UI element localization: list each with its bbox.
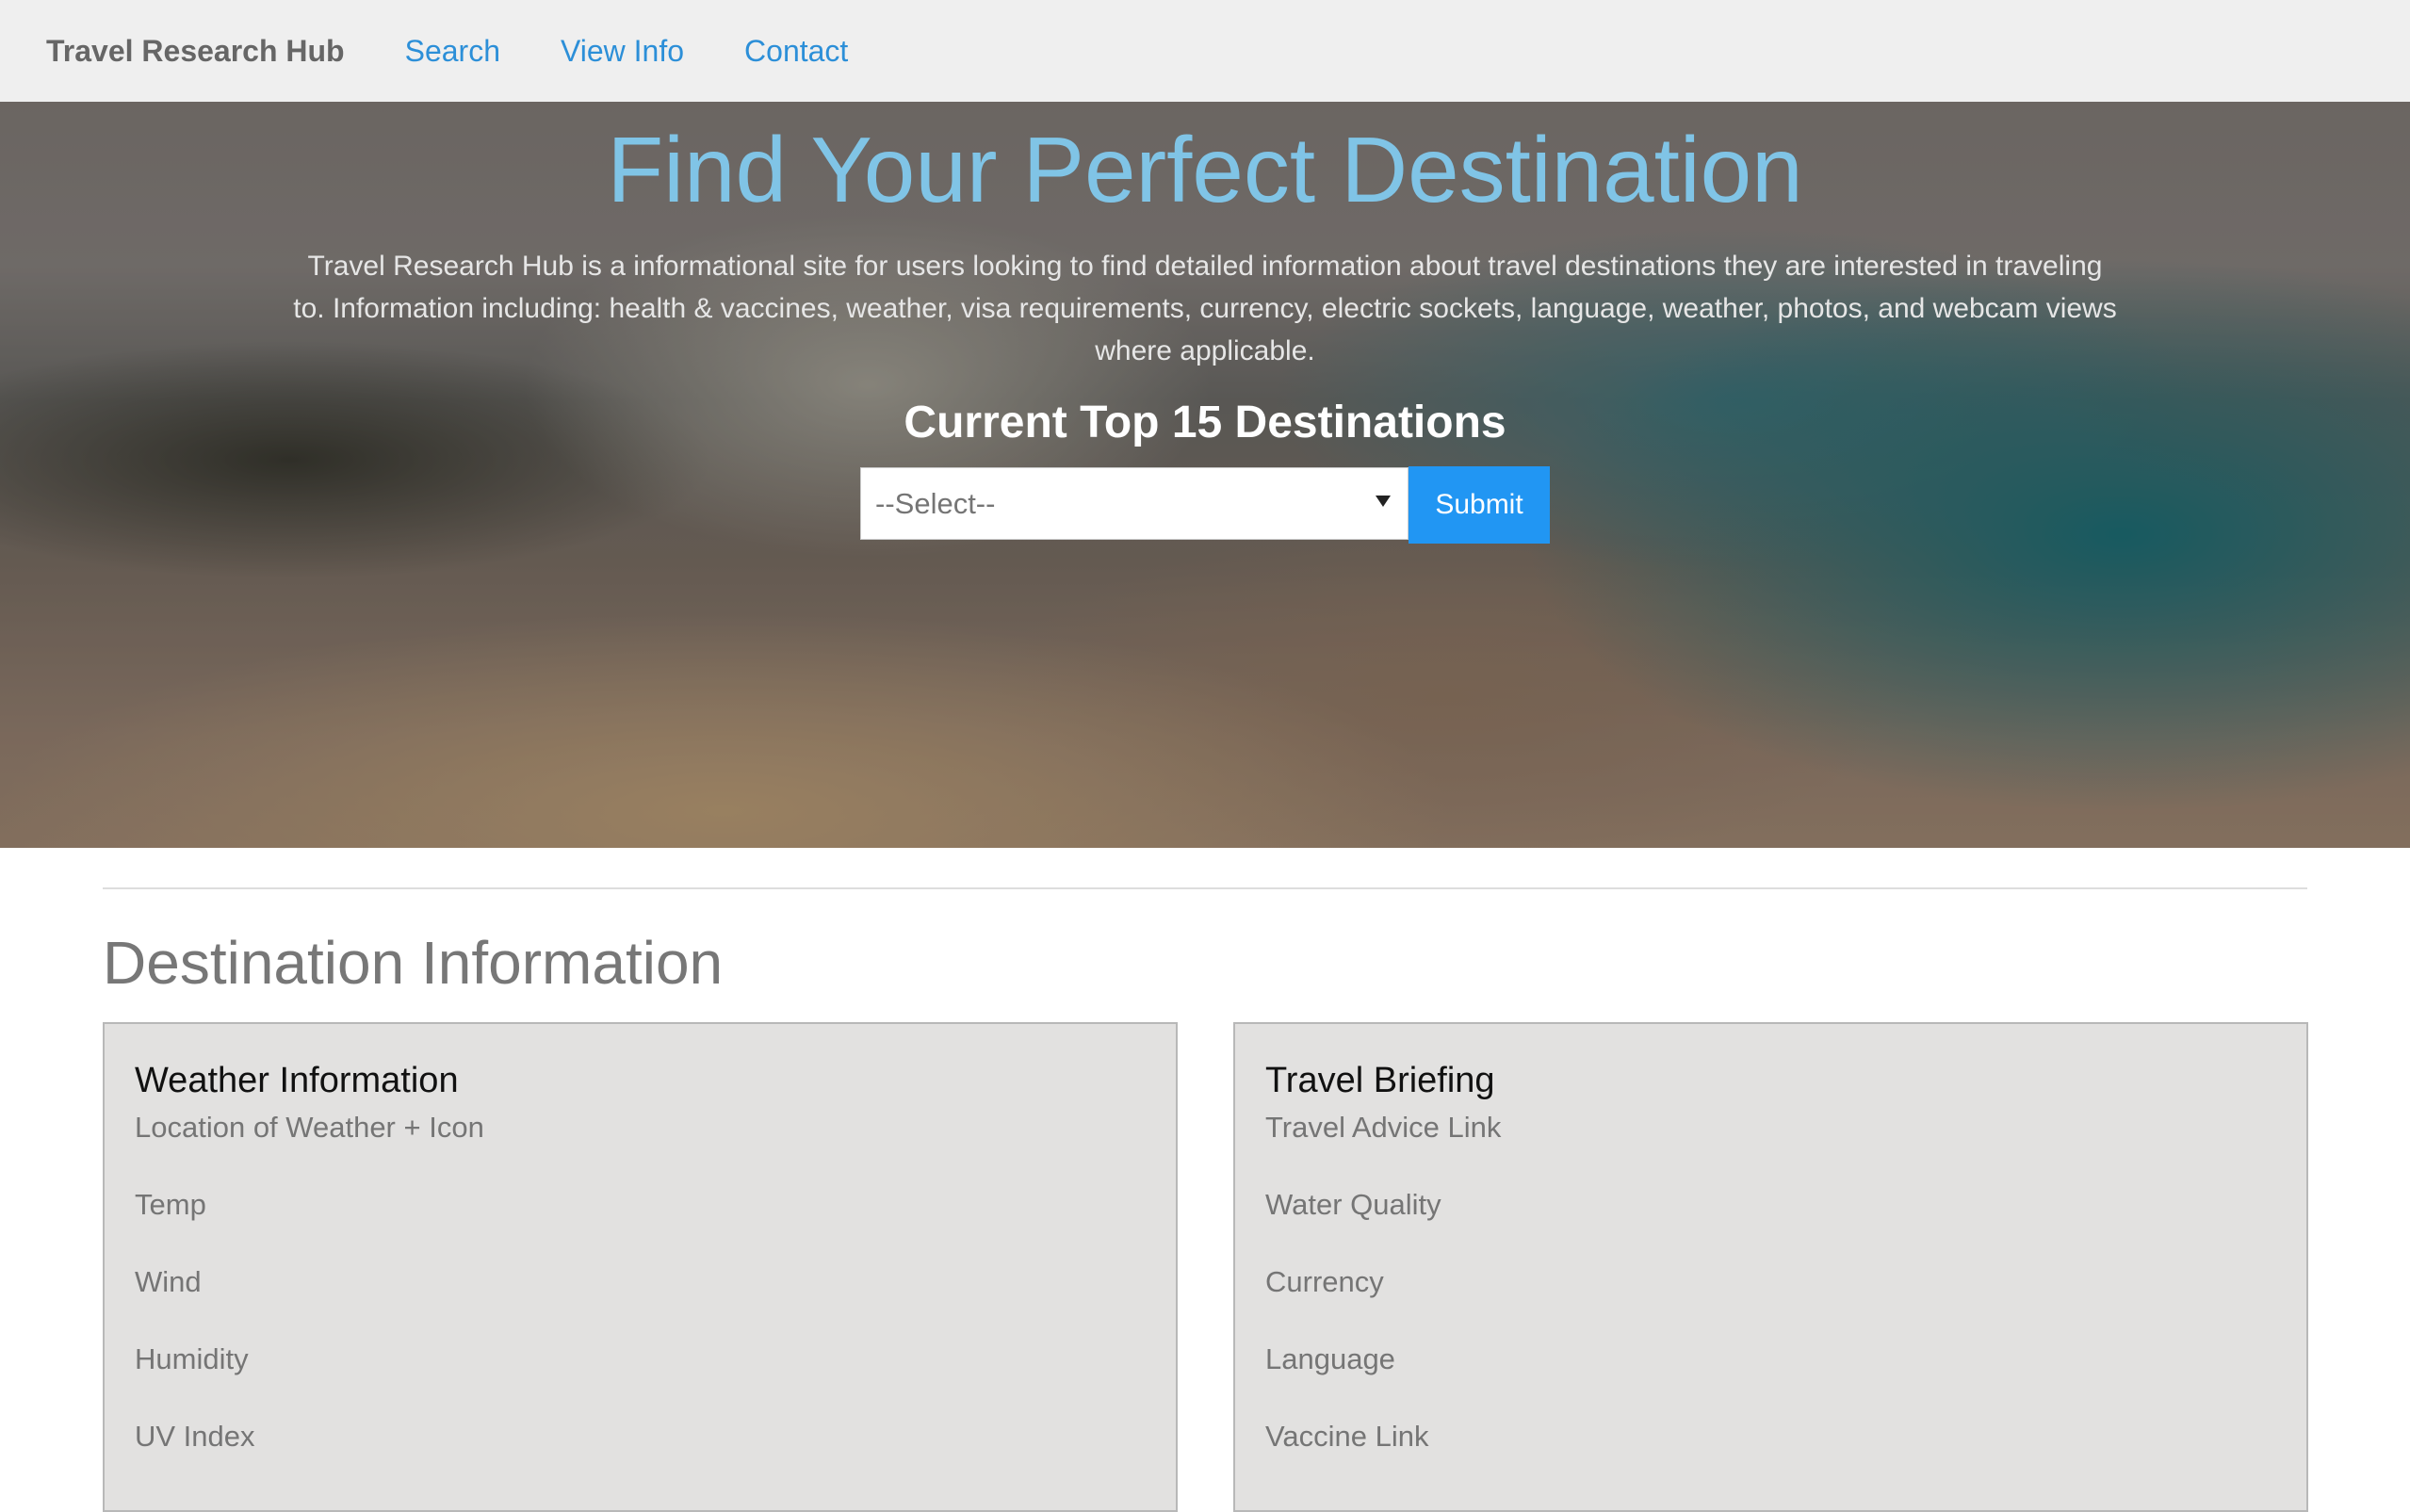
submit-button[interactable]: Submit xyxy=(1409,465,1550,544)
destination-select[interactable]: --Select-- xyxy=(860,466,1409,540)
water-quality-item: Water Quality xyxy=(1265,1188,1441,1221)
top-destinations-heading: Current Top 15 Destinations xyxy=(904,397,1506,447)
brand-logo-text[interactable]: Travel Research Hub xyxy=(46,34,345,69)
hero-content: Find Your Perfect Destination Travel Res… xyxy=(0,102,2410,544)
weather-wind-item: Wind xyxy=(135,1265,202,1298)
travel-advice-link-item: Travel Advice Link xyxy=(1265,1111,1502,1144)
nav-link-search[interactable]: Search xyxy=(405,34,500,69)
travel-briefing-card: Travel Briefing Travel Advice Link Water… xyxy=(1233,1022,2308,1512)
hero-description: Travel Research Hub is a informational s… xyxy=(293,250,2117,366)
weather-card-title: Weather Information xyxy=(135,1061,459,1100)
weather-uv-index-item: UV Index xyxy=(135,1420,255,1453)
hero-title: Find Your Perfect Destination xyxy=(607,118,1803,221)
destination-information-heading: Destination Information xyxy=(103,929,724,997)
destination-search-form: --Select-- Submit xyxy=(0,465,2410,544)
nav-link-contact[interactable]: Contact xyxy=(744,34,848,69)
destination-select-value: --Select-- xyxy=(875,486,996,520)
language-item: Language xyxy=(1265,1342,1395,1375)
weather-location-item: Location of Weather + Icon xyxy=(135,1111,484,1144)
currency-item: Currency xyxy=(1265,1265,1384,1298)
nav-link-view-info[interactable]: View Info xyxy=(561,34,684,69)
dropdown-arrow-icon xyxy=(1376,495,1391,507)
weather-humidity-item: Humidity xyxy=(135,1342,249,1375)
briefing-card-title: Travel Briefing xyxy=(1265,1061,1495,1100)
top-navbar: Travel Research Hub Search View Info Con… xyxy=(0,0,2410,102)
weather-information-card: Weather Information Location of Weather … xyxy=(103,1022,1178,1512)
section-divider xyxy=(103,887,2307,889)
weather-temp-item: Temp xyxy=(135,1188,206,1221)
hero-banner: Find Your Perfect Destination Travel Res… xyxy=(0,102,2410,848)
vaccine-link-item: Vaccine Link xyxy=(1265,1420,1429,1453)
